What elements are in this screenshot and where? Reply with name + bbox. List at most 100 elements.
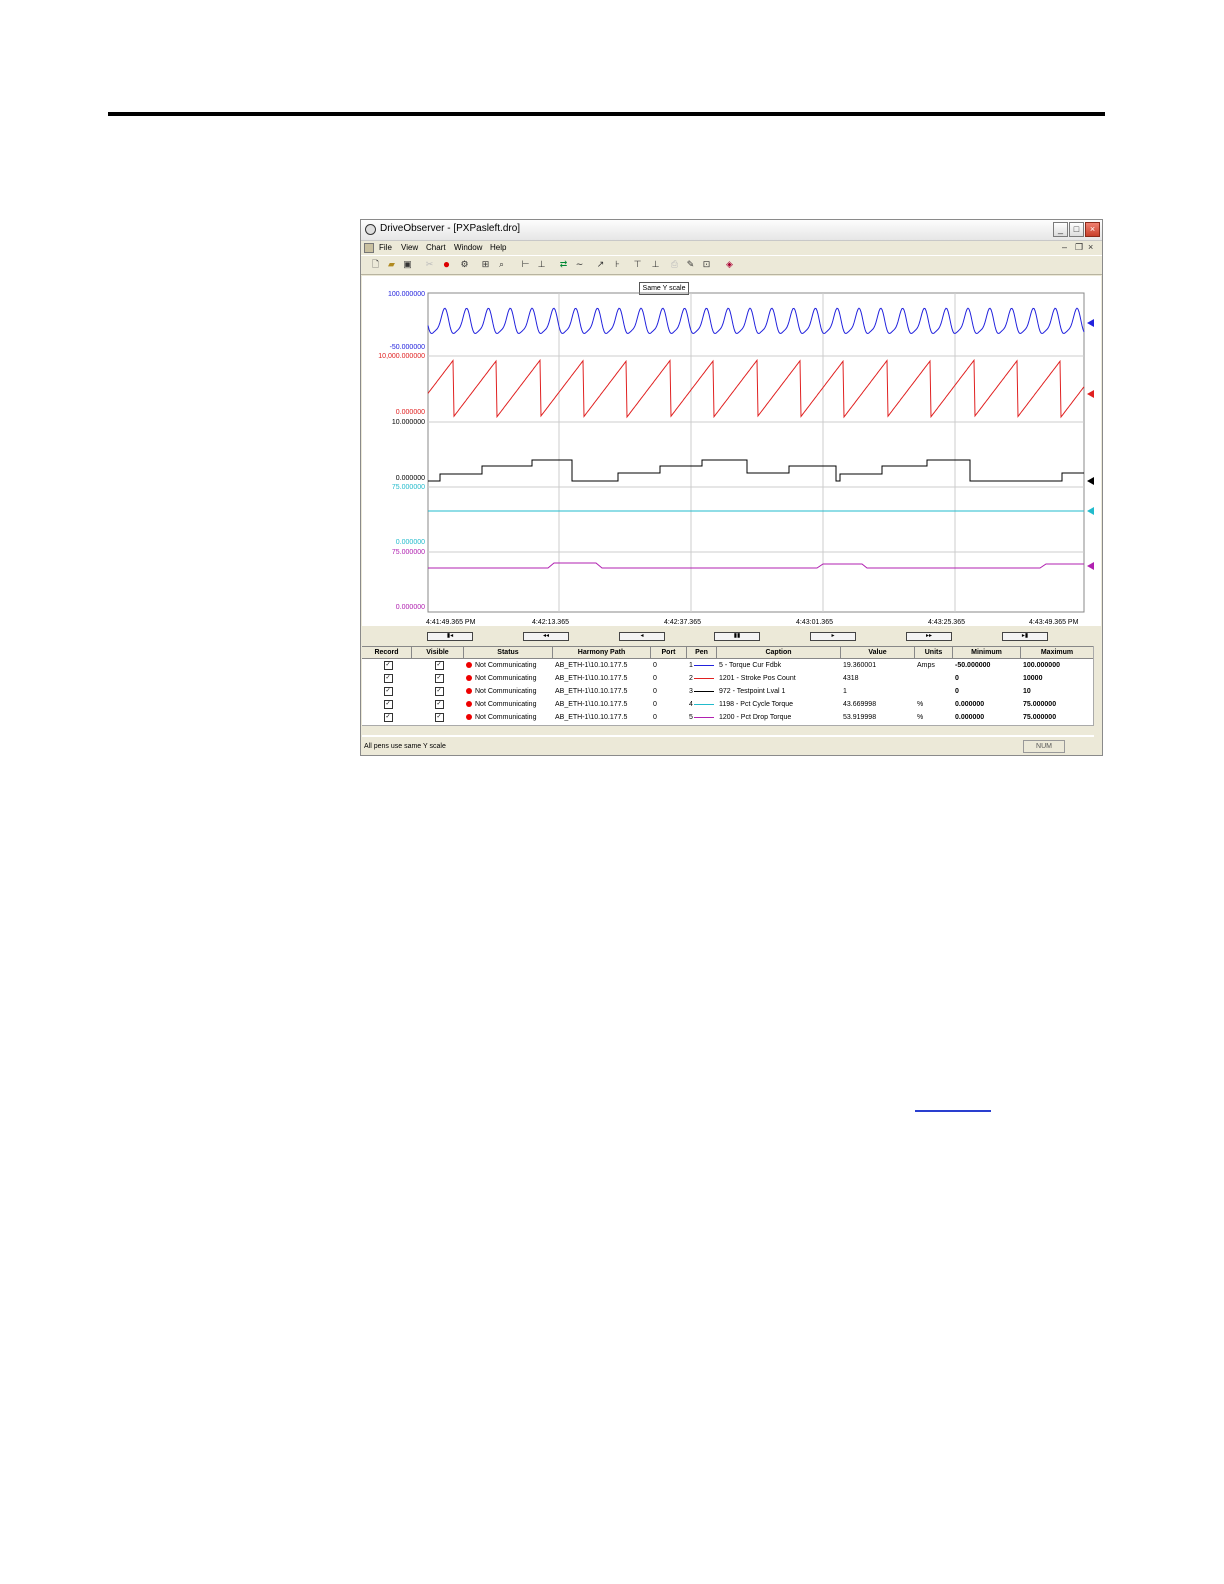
horizontal-scrollbar[interactable]: [362, 725, 1094, 735]
nav-back-button[interactable]: ◂: [619, 632, 665, 641]
col-status[interactable]: Status: [464, 647, 553, 658]
grid-cell: 100.000000: [1021, 659, 1094, 672]
record-checkbox[interactable]: ✓: [383, 686, 393, 696]
toolbar: 🗋 ▰ ▣ ✂ ● ⚙ ⊞ ⌕ ⊢ ⊥ ⇄ ∼ ↗ ⊦ ⊤ ⊥ ⎙ ✎ ⊡ ◈: [361, 255, 1102, 275]
print-icon[interactable]: ⎙: [668, 258, 681, 271]
visible-checkbox[interactable]: ✓: [434, 673, 444, 683]
mdi-minimize-icon[interactable]: –: [1062, 242, 1067, 252]
cut-icon[interactable]: ✂: [423, 258, 436, 271]
grid-cell: Not Communicating: [464, 685, 553, 698]
minimize-button[interactable]: _: [1053, 222, 1068, 237]
pen-color-swatch: [693, 677, 714, 679]
properties-icon[interactable]: ⊡: [700, 258, 713, 271]
maximize-button[interactable]: □: [1069, 222, 1084, 237]
visible-checkbox[interactable]: ✓: [434, 699, 444, 709]
caption: 1200 - Pct Drop Torque: [719, 714, 792, 721]
col-minimum[interactable]: Minimum: [953, 647, 1021, 658]
trend-plot[interactable]: [362, 276, 1101, 626]
pen-number: 5: [689, 714, 693, 721]
grid-cell[interactable]: ✓: [412, 659, 464, 672]
port: 0: [653, 714, 657, 721]
nav-first-button[interactable]: ▮◂: [427, 632, 473, 641]
col-record[interactable]: Record: [362, 647, 412, 658]
mdi-close-icon[interactable]: ×: [1088, 242, 1093, 252]
table-row[interactable]: ✓ ✓ Not Communicating AB_ETH-1\10.10.177.5 0…: [362, 672, 1094, 685]
mdi-restore-icon[interactable]: ❐: [1075, 242, 1083, 253]
record-checkbox[interactable]: ✓: [383, 699, 393, 709]
grid-cell: 75.000000: [1021, 698, 1094, 711]
menu-help[interactable]: Help: [490, 243, 506, 252]
col-maximum[interactable]: Maximum: [1021, 647, 1094, 658]
visible-checkbox[interactable]: ✓: [434, 712, 444, 722]
trend-up-icon[interactable]: ↗: [594, 258, 607, 271]
col-port[interactable]: Port: [651, 647, 687, 658]
col-visible[interactable]: Visible: [412, 647, 464, 658]
wave-icon[interactable]: ∼: [573, 258, 586, 271]
grid-cell: 10: [1021, 685, 1094, 698]
grid-cell[interactable]: ✓: [362, 672, 412, 685]
pen-number: 2: [689, 675, 693, 682]
grid-cell: 0: [651, 672, 687, 685]
col-units[interactable]: Units: [915, 647, 953, 658]
grid-cell[interactable]: ✓: [362, 685, 412, 698]
time-axis-icon[interactable]: ⊤: [631, 258, 644, 271]
open-folder-icon[interactable]: ▰: [385, 258, 398, 271]
pens-icon[interactable]: ⚙: [458, 258, 471, 271]
record-checkbox[interactable]: ✓: [383, 712, 393, 722]
port: 0: [653, 688, 657, 695]
table-row[interactable]: ✓ ✓ Not Communicating AB_ETH-1\10.10.177.5 0…: [362, 685, 1094, 698]
grid-cell[interactable]: ✓: [412, 711, 464, 724]
new-file-icon[interactable]: 🗋: [369, 258, 382, 271]
table-row[interactable]: ✓ ✓ Not Communicating AB_ETH-1\10.10.177.5 0…: [362, 698, 1094, 711]
time-grid-icon[interactable]: ⊥: [649, 258, 662, 271]
grid-cell[interactable]: ✓: [412, 685, 464, 698]
cursor-up-icon[interactable]: ⊥: [535, 258, 548, 271]
visible-checkbox[interactable]: ✓: [434, 686, 444, 696]
menu-window[interactable]: Window: [454, 243, 482, 252]
grid-cell[interactable]: ✓: [362, 711, 412, 724]
chart-settings-icon[interactable]: ⊞: [479, 258, 492, 271]
axis-icon[interactable]: ⊦: [611, 258, 624, 271]
nav-pause-button[interactable]: ▮▮: [714, 632, 760, 641]
record-checkbox[interactable]: ✓: [383, 660, 393, 670]
close-button[interactable]: ×: [1085, 222, 1100, 237]
grid-cell[interactable]: ✓: [412, 672, 464, 685]
nav-last-button[interactable]: ▸▮: [1002, 632, 1048, 641]
col-caption[interactable]: Caption: [717, 647, 841, 658]
grid-cell: 972 - Testpoint Lval 1: [717, 685, 841, 698]
nav-fast-forward-button[interactable]: ▸▸: [906, 632, 952, 641]
save-icon[interactable]: ▣: [401, 258, 414, 271]
vertical-scrollbar[interactable]: [1093, 646, 1102, 726]
cursor-left-icon[interactable]: ⊢: [519, 258, 532, 271]
menu-file[interactable]: File: [379, 243, 392, 252]
record-icon[interactable]: ●: [440, 258, 453, 271]
about-icon[interactable]: ◈: [723, 258, 736, 271]
pen-marker-icon: [1087, 319, 1094, 327]
grid-cell[interactable]: ✓: [362, 659, 412, 672]
col-harmony-path[interactable]: Harmony Path: [553, 647, 651, 658]
menu-chart[interactable]: Chart: [426, 243, 446, 252]
table-row[interactable]: ✓ ✓ Not Communicating AB_ETH-1\10.10.177.5 0…: [362, 711, 1094, 724]
autoscale-icon[interactable]: ⇄: [557, 258, 570, 271]
nav-play-button[interactable]: ▸: [810, 632, 856, 641]
edit-icon[interactable]: ✎: [684, 258, 697, 271]
visible-checkbox[interactable]: ✓: [434, 660, 444, 670]
grid-cell: 5 - Torque Cur Fdbk: [717, 659, 841, 672]
document-icon[interactable]: [364, 243, 374, 253]
zoom-icon[interactable]: ⌕: [495, 258, 508, 271]
grid-header: Record Visible Status Harmony Path Port …: [362, 647, 1094, 659]
grid-cell: Not Communicating: [464, 672, 553, 685]
hyperlink-underline[interactable]: [915, 1110, 991, 1112]
grid-cell[interactable]: ✓: [412, 698, 464, 711]
col-pen[interactable]: Pen: [687, 647, 717, 658]
menu-view[interactable]: View: [401, 243, 418, 252]
nav-rewind-button[interactable]: ◂◂: [523, 632, 569, 641]
record-checkbox[interactable]: ✓: [383, 673, 393, 683]
grid-cell[interactable]: ✓: [362, 698, 412, 711]
table-row[interactable]: ✓ ✓ Not Communicating AB_ETH-1\10.10.177.5 0…: [362, 659, 1094, 672]
col-value[interactable]: Value: [841, 647, 915, 658]
time-label-1: 4:41:49.365 PM: [426, 619, 476, 626]
grid-cell: 0: [651, 659, 687, 672]
pen3-testpoint-trace: [428, 459, 1084, 482]
status-dot-icon: [466, 688, 472, 695]
